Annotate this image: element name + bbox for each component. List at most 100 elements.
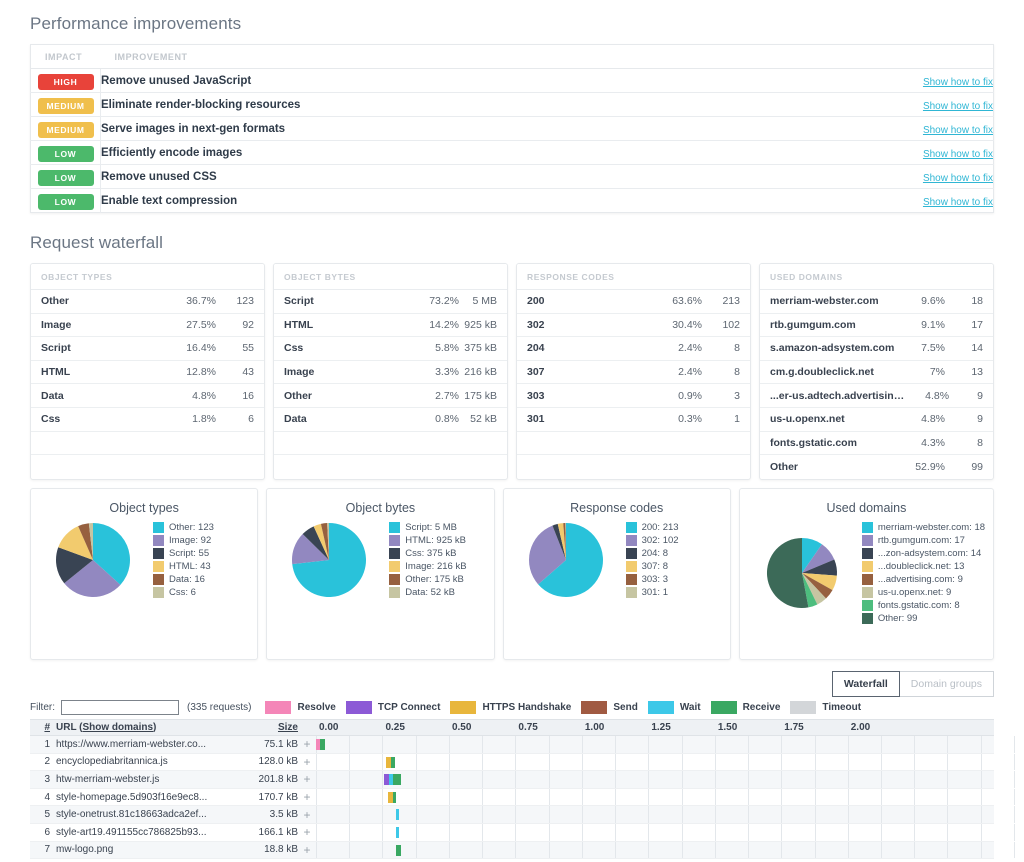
timing-legend-label: Receive xyxy=(743,702,781,713)
pie-chart-card: Response codes200: 213302: 102204: 8307:… xyxy=(503,488,731,660)
stats-row: Other36.7%123 xyxy=(31,290,264,314)
row-url[interactable]: https://www.merriam-webster.co... xyxy=(56,739,236,750)
row-url[interactable]: htw-merriam-webster.js xyxy=(56,774,236,785)
timing-legend-swatch xyxy=(450,701,476,714)
expand-row-icon[interactable]: + xyxy=(298,756,316,768)
row-url[interactable]: encyclopediabritannica.js xyxy=(56,756,236,767)
domain-groups-view-button[interactable]: Domain groups xyxy=(899,671,994,697)
timeline-axis: 0.000.250.500.751.001.251.501.752.00 xyxy=(316,720,994,735)
page-title: Performance improvements xyxy=(30,14,994,34)
legend-item: HTML: 925 kB xyxy=(389,534,485,547)
waterfall-row[interactable]: 3htw-merriam-webster.js201.8 kB+ xyxy=(30,771,994,789)
show-how-to-fix-link[interactable]: Show how to fix xyxy=(923,149,993,160)
status-badge: LOW xyxy=(38,146,94,162)
waterfall-table: # URL (Show domains) Size 0.000.250.500.… xyxy=(30,719,994,859)
improvements-table: IMPACT IMPROVEMENT HIGHRemove unused Jav… xyxy=(30,44,994,213)
legend-item: ...advertising.com: 9 xyxy=(862,573,985,586)
stats-row-label: Data xyxy=(284,413,413,425)
expand-row-icon[interactable]: + xyxy=(298,844,316,856)
request-waterfall-section: Request waterfall OBJECT TYPESOther36.7%… xyxy=(30,233,994,660)
waterfall-row[interactable]: 2encyclopediabritannica.js128.0 kB+ xyxy=(30,754,994,772)
stats-row: Data4.8%16 xyxy=(31,384,264,408)
filter-input[interactable] xyxy=(61,700,179,715)
legend-item: ...zon-adsystem.com: 14 xyxy=(862,547,985,560)
timing-legend-item: Resolve xyxy=(265,701,335,714)
expand-row-icon[interactable]: + xyxy=(298,791,316,803)
show-domains-link[interactable]: Show domains xyxy=(82,722,153,733)
row-url[interactable]: style-art19.491155cc786825b93... xyxy=(56,827,236,838)
stats-card-header: RESPONSE CODES xyxy=(517,264,750,290)
legend-item: Other: 175 kB xyxy=(389,573,485,586)
stats-row-label: us-u.openx.net xyxy=(770,413,899,425)
column-header-number[interactable]: # xyxy=(30,722,56,733)
legend-label: Other: 175 kB xyxy=(405,574,464,585)
legend-label: 307: 8 xyxy=(642,561,668,572)
expand-row-icon[interactable]: + xyxy=(298,809,316,821)
stats-row-label: ...er-us.adtech.advertising.com xyxy=(770,390,908,402)
legend-swatch xyxy=(862,535,873,546)
show-how-to-fix-link[interactable]: Show how to fix xyxy=(923,125,993,136)
timing-legend-label: HTTPS Handshake xyxy=(482,702,571,713)
waterfall-row[interactable]: 1https://www.merriam-webster.co...75.1 k… xyxy=(30,736,994,754)
stats-row-percent: 4.3% xyxy=(899,437,945,449)
stats-row-empty xyxy=(517,432,750,456)
legend-swatch xyxy=(389,587,400,598)
waterfall-row[interactable]: 4style-homepage.5d903f16e9ec8...170.7 kB… xyxy=(30,789,994,807)
timing-segment xyxy=(396,809,399,820)
row-timeline xyxy=(316,771,994,788)
view-toggle-group: Waterfall Domain groups xyxy=(832,671,994,697)
stats-row-percent: 36.7% xyxy=(170,295,216,307)
show-how-to-fix-link[interactable]: Show how to fix xyxy=(923,197,993,208)
expand-row-icon[interactable]: + xyxy=(298,773,316,785)
column-header-size[interactable]: Size xyxy=(236,722,298,733)
stats-row-percent: 0.8% xyxy=(413,413,459,425)
legend-item: 303: 3 xyxy=(626,573,722,586)
stats-row: 3072.4%8 xyxy=(517,361,750,385)
stats-card-header: OBJECT TYPES xyxy=(31,264,264,290)
stats-card: RESPONSE CODES20063.6%21330230.4%1022042… xyxy=(516,263,751,480)
timing-legend-label: TCP Connect xyxy=(378,702,441,713)
row-timeline xyxy=(316,806,994,823)
waterfall-row[interactable]: 5style-onetrust.81c18663adca2ef...3.5 kB… xyxy=(30,806,994,824)
timing-legend-item: Receive xyxy=(711,701,781,714)
fix-cell: Show how to fix xyxy=(761,93,994,117)
legend-label: Other: 99 xyxy=(878,613,918,624)
stats-row-value: 5 MB xyxy=(459,295,497,307)
stats-row-value: 925 kB xyxy=(459,319,497,331)
legend-item: 204: 8 xyxy=(626,547,722,560)
pie-chart-body: Script: 5 MBHTML: 925 kBCss: 375 kBImage… xyxy=(267,521,493,599)
stats-row: us-u.openx.net4.8%9 xyxy=(760,408,993,432)
waterfall-view-button[interactable]: Waterfall xyxy=(832,671,900,697)
row-url[interactable]: style-onetrust.81c18663adca2ef... xyxy=(56,809,236,820)
legend-label: merriam-webster.com: 18 xyxy=(878,522,985,533)
filter-and-legend-bar: Filter: (335 requests) ResolveTCP Connec… xyxy=(30,700,994,715)
stats-row-percent: 4.8% xyxy=(908,390,949,402)
stats-row: 3010.3%1 xyxy=(517,408,750,432)
expand-row-icon[interactable]: + xyxy=(298,738,316,750)
expand-row-icon[interactable]: + xyxy=(298,826,316,838)
show-how-to-fix-link[interactable]: Show how to fix xyxy=(923,77,993,88)
legend-item: 307: 8 xyxy=(626,560,722,573)
legend-item: Script: 5 MB xyxy=(389,521,485,534)
stats-row-percent: 0.9% xyxy=(656,390,702,402)
legend-label: Image: 216 kB xyxy=(405,561,466,572)
timing-segment xyxy=(391,757,395,768)
stats-row-value: 6 xyxy=(216,413,254,425)
time-axis-tick: 0.25 xyxy=(385,722,404,733)
show-how-to-fix-link[interactable]: Show how to fix xyxy=(923,101,993,112)
show-how-to-fix-link[interactable]: Show how to fix xyxy=(923,173,993,184)
stats-row-value: 14 xyxy=(945,342,983,354)
pie-chart-card: Object bytesScript: 5 MBHTML: 925 kBCss:… xyxy=(266,488,494,660)
stats-card-row: OBJECT TYPESOther36.7%123Image27.5%92Scr… xyxy=(30,263,994,480)
pie-chart-legend: merriam-webster.com: 18rtb.gumgum.com: 1… xyxy=(856,521,985,625)
row-url[interactable]: style-homepage.5d903f16e9ec8... xyxy=(56,792,236,803)
legend-label: 204: 8 xyxy=(642,548,668,559)
improvement-cell: Remove unused CSS xyxy=(101,165,761,189)
table-row: MEDIUMServe images in next-gen formatsSh… xyxy=(31,117,994,141)
pie-chart-title: Response codes xyxy=(504,501,730,515)
waterfall-row[interactable]: 6style-art19.491155cc786825b93...166.1 k… xyxy=(30,824,994,842)
timing-legend-swatch xyxy=(346,701,372,714)
row-url[interactable]: mw-logo.png xyxy=(56,844,236,855)
waterfall-row[interactable]: 7mw-logo.png18.8 kB+ xyxy=(30,842,994,860)
timing-legend: ResolveTCP ConnectHTTPS HandshakeSendWai… xyxy=(265,701,871,714)
